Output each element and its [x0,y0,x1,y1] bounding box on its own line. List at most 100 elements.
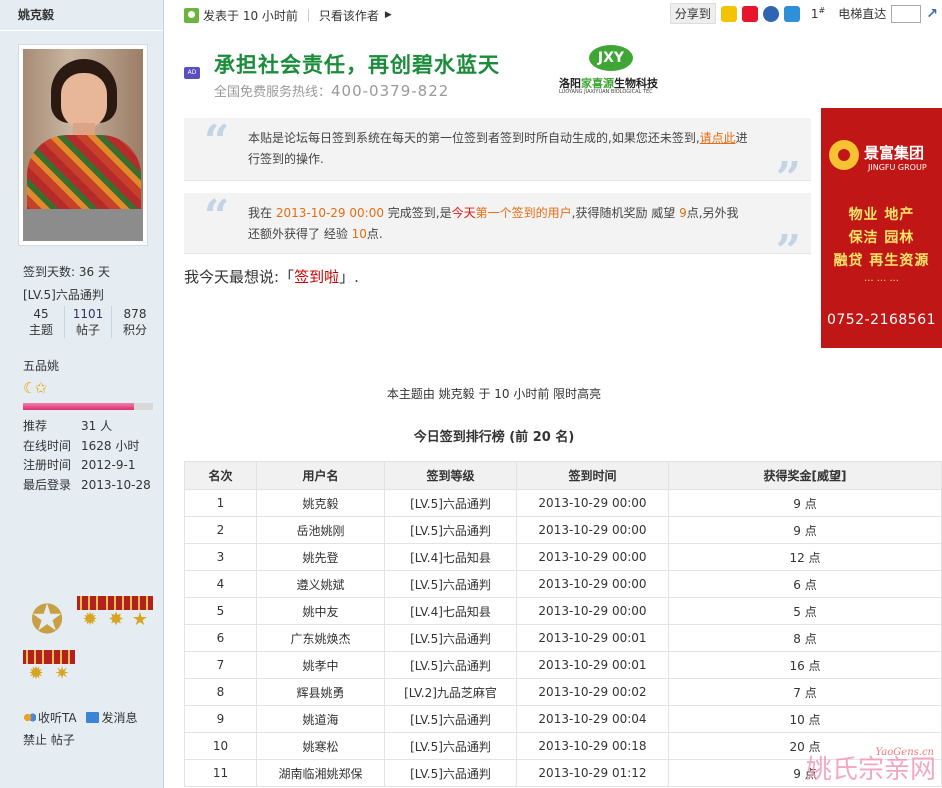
cell-username[interactable]: 岳池姚刚 [256,516,385,544]
cell-time: 2013-10-29 00:02 [516,678,669,706]
rank-progress-bar [23,403,153,410]
post-time: 发表于 10 小时前 [203,8,298,23]
star-icon: ✩ [34,379,47,397]
signin-result-quote: “ 我在 2013-10-29 00:00 完成签到,是今天第一个签到的用户,获… [184,191,811,277]
cell-username[interactable]: 姚中友 [256,597,385,625]
qzone-star-icon[interactable] [720,5,737,22]
table-row: 7 姚孝中 [LV.5]六品通判 2013-10-29 00:01 16 点 [184,651,942,679]
medal-icon[interactable]: ✹ [23,650,49,686]
cell-time: 2013-10-29 00:00 [516,516,669,544]
col-time: 签到时间 [516,461,669,490]
cell-username[interactable]: 湖南临湘姚郑保 [256,759,385,787]
col-level: 签到等级 [384,461,517,490]
table-row: 4 遵义姚斌 [LV.5]六品通判 2013-10-29 00:00 6 点 [184,570,942,598]
cell-time: 2013-10-29 00:00 [516,570,669,598]
go-arrow-icon[interactable]: ↗ [926,6,938,22]
cell-level: [LV.4]七品知县 [384,543,517,571]
arrow-right-icon: ▶ [384,10,392,20]
today-wish: 我今天最想说:「签到啦」. [184,268,359,286]
cell-level: [LV.5]六品通判 [384,705,517,733]
quote-open-icon: “ [204,116,230,167]
table-body: 1 姚克毅 [LV.5]六品通判 2013-10-29 00:00 9 点 2 岳池姚刚 [L… [184,489,942,787]
ad-phone: 0752-2168561 [826,312,937,328]
cell-level: [LV.5]六品通判 [384,570,517,598]
cell-time: 2013-10-29 01:12 [516,759,669,787]
floor-number: 1# [810,6,826,21]
cell-rank: 3 [184,543,257,571]
weibo-icon[interactable] [741,5,758,22]
medal-icon[interactable]: ✸ [103,596,129,632]
quote-close-icon: ” [775,226,801,277]
ad-company-name: 景富集团 [864,144,925,162]
count-points[interactable]: 878 积分 [111,306,158,338]
ad-service-line: 物业 地产 [848,207,915,223]
renren-icon[interactable] [783,5,800,22]
cell-username[interactable]: 姚寒松 [256,732,385,760]
rank-icons: ☾✩ [23,379,47,397]
ad-badge: AD [184,67,200,79]
jump-floor-input[interactable] [891,4,922,23]
medal-icon[interactable]: ✷ [49,650,75,686]
avatar[interactable] [18,44,148,246]
only-author-link[interactable]: 只看该作者 [319,7,379,24]
ban-link[interactable]: 禁止 [23,733,47,747]
table-row: 9 姚道海 [LV.5]六品通判 2013-10-29 00:04 10 点 [184,705,942,733]
count-posts[interactable]: 1101 帖子 [64,306,111,338]
author-sidebar: 姚克毅 签到天数: 36 天 [LV.5]六品通判 45 主题 1101 帖子 … [0,0,164,788]
jingfu-side-ad[interactable]: 景富集团 JINGFU GROUP 物业 地产 保洁 园林 融贷 再生资源 ··… [821,108,942,348]
info-value: 2012-9-1 [81,458,136,472]
online-status-icon [184,7,199,23]
logo-english-name: LUOYANG JIAXIYUAN BIOLOGICAL TEC [559,89,653,95]
table-row: 1 姚克毅 [LV.5]六品通判 2013-10-29 00:00 9 点 [184,489,942,517]
posts-link[interactable]: 帖子 [51,733,75,747]
author-name[interactable]: 姚克毅 [18,6,54,23]
jxy-logo[interactable]: JXY 洛阳家喜源生物科技 LUOYANG JIAXIYUAN BIOLOGIC… [559,45,679,100]
table-row: 6 广东姚焕杰 [LV.5]六品通判 2013-10-29 00:01 8 点 [184,624,942,652]
cell-username[interactable]: 广东姚焕杰 [256,624,385,652]
count-threads[interactable]: 45 主题 [18,306,64,338]
signin-stats: 签到天数: 36 天 [LV.5]六品通判 [23,261,110,307]
col-reward: 获得奖金[威望] [668,461,942,490]
rank-name: 五品姚 [23,359,60,373]
medal-icon[interactable]: ✪ [23,594,71,646]
cell-reward: 9 点 [668,516,942,544]
avatar-photo [23,49,143,241]
cell-rank: 5 [184,597,257,625]
cell-rank: 10 [184,732,257,760]
envelope-icon [86,712,100,723]
medal-icon[interactable]: ✹ [77,596,103,632]
cell-reward: 12 点 [668,543,942,571]
message-link[interactable]: 发消息 [86,711,137,725]
info-value: 2013-10-28 [81,477,151,492]
quote-open-icon: “ [204,191,230,242]
col-rank: 名次 [184,461,257,490]
moon-icon: ☾ [23,379,37,397]
signin-link[interactable]: 请点此 [700,131,736,145]
medal-icon[interactable]: ★ [127,596,153,632]
follow-link[interactable]: 收听TA [23,711,77,725]
table-header-row: 名次 用户名 签到等级 签到时间 获得奖金[威望] [184,461,942,490]
col-username: 用户名 [256,461,385,490]
baidu-paw-icon[interactable] [762,5,779,22]
cell-username[interactable]: 姚先登 [256,543,385,571]
cell-username[interactable]: 姚克毅 [256,489,385,517]
cell-username[interactable]: 辉县姚勇 [256,678,385,706]
cell-username[interactable]: 姚孝中 [256,651,385,679]
cell-rank: 7 [184,651,257,679]
cell-time: 2013-10-29 00:01 [516,651,669,679]
table-row: 3 姚先登 [LV.4]七品知县 2013-10-29 00:00 12 点 [184,543,942,571]
signin-ranking-table: 名次 用户名 签到等级 签到时间 获得奖金[威望] 1 姚克毅 [LV.5]六品通判… [184,461,942,787]
cell-level: [LV.5]六品通判 [384,489,517,517]
cell-username[interactable]: 遵义姚斌 [256,570,385,598]
cell-rank: 6 [184,624,257,652]
cell-time: 2013-10-29 00:18 [516,732,669,760]
info-value: 31 人 [81,419,113,433]
rank-progress-fill [23,403,134,410]
sidebar-divider [0,30,163,31]
user-info: 推荐 31 人 在线时间 1628 小时 注册时间 2012-9-1 最后登录 2013… [23,417,151,495]
cell-username[interactable]: 姚道海 [256,705,385,733]
cell-level: [LV.4]七品知县 [384,597,517,625]
highlight-notice: 本主题由 姚克毅 于 10 小时前 限时高亮 [386,387,602,401]
info-key: 最后登录 [23,477,72,492]
cell-time: 2013-10-29 00:01 [516,624,669,652]
